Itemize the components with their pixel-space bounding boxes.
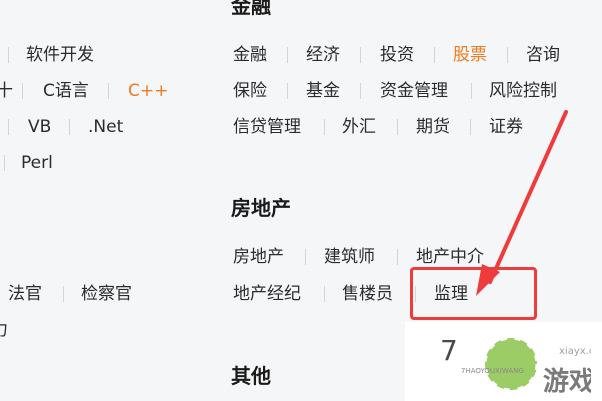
separator bbox=[324, 119, 325, 135]
realestate-item-fangdichan[interactable]: 房地产 bbox=[233, 246, 284, 268]
category-dotnet[interactable]: .Net bbox=[88, 116, 123, 138]
finance-item-xindaiguanli[interactable]: 信贷管理 bbox=[233, 116, 301, 138]
finance-item-touzi[interactable]: 投资 bbox=[380, 44, 414, 66]
separator bbox=[434, 47, 435, 63]
watermark-graphic: xiayx.com 7HAOYOUXIWANG 游戏 bbox=[461, 336, 591, 397]
finance-item-gupiao[interactable]: 股票 bbox=[453, 44, 487, 66]
finance-item-jijin[interactable]: 基金 bbox=[306, 80, 340, 102]
finance-heading: 金融 bbox=[231, 0, 271, 18]
separator bbox=[397, 249, 398, 265]
annotation-highlight-box bbox=[410, 267, 537, 320]
separator bbox=[324, 286, 325, 302]
separator bbox=[22, 83, 23, 99]
watermark-cn: 游戏 bbox=[543, 367, 591, 397]
separator bbox=[470, 119, 471, 135]
separator bbox=[360, 47, 361, 63]
finance-item-qihuo[interactable]: 期货 bbox=[416, 116, 450, 138]
separator bbox=[360, 83, 361, 99]
watermark-logo: 7 xiayx.com 7HAOYOUXIWANG 游戏 bbox=[405, 322, 602, 401]
separator bbox=[108, 83, 109, 99]
other-heading: 其他 bbox=[231, 364, 271, 388]
finance-item-waihui[interactable]: 外汇 bbox=[342, 116, 376, 138]
separator bbox=[305, 249, 306, 265]
realestate-heading: 房地产 bbox=[231, 196, 291, 220]
realestate-item-jianzhushi[interactable]: 建筑师 bbox=[324, 246, 375, 268]
realestate-item-dichanzhongjie[interactable]: 地产中介 bbox=[416, 246, 484, 268]
category-c-language[interactable]: C语言 bbox=[43, 80, 89, 102]
category-fragment[interactable]: 十 bbox=[0, 80, 13, 102]
category-prosecutor[interactable]: 检察官 bbox=[81, 283, 132, 305]
finance-item-zixun[interactable]: 咨询 bbox=[526, 44, 560, 66]
finance-item-zijinguanli[interactable]: 资金管理 bbox=[380, 80, 448, 102]
separator bbox=[69, 119, 70, 135]
category-fragment[interactable]: 力 bbox=[0, 319, 8, 341]
separator bbox=[8, 119, 9, 135]
category-judge[interactable]: 法官 bbox=[8, 283, 42, 305]
separator bbox=[287, 83, 288, 99]
finance-item-jinrong[interactable]: 金融 bbox=[233, 44, 267, 66]
finance-item-zhengquan[interactable]: 证券 bbox=[489, 116, 523, 138]
finance-item-baoxian[interactable]: 保险 bbox=[233, 80, 267, 102]
separator bbox=[397, 119, 398, 135]
separator bbox=[507, 47, 508, 63]
watermark-pinyin: 7HAOYOUXIWANG bbox=[461, 367, 524, 375]
separator bbox=[471, 83, 472, 99]
separator bbox=[63, 286, 64, 302]
separator bbox=[8, 47, 9, 63]
category-perl[interactable]: Perl bbox=[21, 152, 53, 174]
finance-item-fengxiankongzhi[interactable]: 风险控制 bbox=[489, 80, 557, 102]
category-vb[interactable]: VB bbox=[28, 116, 51, 138]
realestate-item-shouloyuan[interactable]: 售楼员 bbox=[342, 283, 393, 305]
category-cpp[interactable]: C++ bbox=[128, 80, 168, 102]
watermark-url: xiayx.com bbox=[559, 346, 591, 357]
category-software-dev[interactable]: 软件开发 bbox=[26, 44, 94, 66]
separator bbox=[287, 47, 288, 63]
realestate-item-dichanjingji[interactable]: 地产经纪 bbox=[233, 283, 301, 305]
finance-item-jingji[interactable]: 经济 bbox=[306, 44, 340, 66]
separator bbox=[4, 155, 5, 171]
